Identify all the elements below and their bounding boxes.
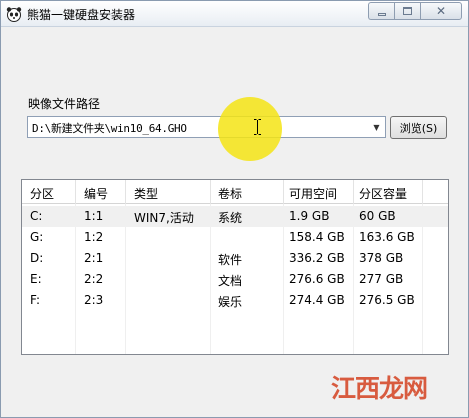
dropdown-arrow-icon[interactable]: ▼ xyxy=(368,117,385,137)
cell-free-space: 276.6 GB xyxy=(289,272,345,286)
cell-partition: D: xyxy=(30,251,44,265)
column-header-capacity[interactable]: 分区容量 xyxy=(359,185,407,202)
browse-button[interactable]: 浏览(S) xyxy=(390,116,447,139)
cell-free-space: 336.2 GB xyxy=(289,251,345,265)
image-path-value[interactable]: D:\新建文件夹\win10_64.GHO xyxy=(32,120,187,136)
column-divider[interactable] xyxy=(75,180,76,204)
close-button[interactable]: ✕ xyxy=(420,2,462,20)
column-divider[interactable] xyxy=(125,180,126,204)
table-row[interactable]: F: 2:3 娱乐 274.4 GB 276.5 GB xyxy=(22,290,448,311)
table-row[interactable]: C: 1:1 WIN7,活动 系统 1.9 GB 60 GB xyxy=(22,206,448,227)
caption-buttons: ✕ xyxy=(368,2,462,20)
cell-label: 系统 xyxy=(218,211,243,225)
cell-label: 娱乐 xyxy=(218,295,243,309)
image-path-combobox[interactable]: D:\新建文件夹\win10_64.GHO ▼ xyxy=(27,116,386,138)
table-row[interactable]: G: 1:2 158.4 GB 163.6 GB xyxy=(22,227,448,248)
column-header-label[interactable]: 卷标 xyxy=(218,185,242,202)
cell-free-space: 1.9 GB xyxy=(289,209,330,223)
column-header-partition[interactable]: 分区 xyxy=(30,185,54,202)
cell-number: 1:2 xyxy=(84,230,104,244)
installer-window: 熊猫一键硬盘安装器 ✕ 映像文件路径 D:\新建文件夹\win10_64.GHO… xyxy=(0,0,469,418)
cell-capacity: 163.6 GB xyxy=(359,230,415,244)
minimize-icon xyxy=(377,12,386,16)
watermark-logo: 江西龙网 xyxy=(331,374,428,403)
cell-label: 软件 xyxy=(218,253,243,267)
window-title: 熊猫一键硬盘安装器 xyxy=(27,8,136,22)
table-row[interactable]: E: 2:2 文档 276.6 GB 277 GB xyxy=(22,269,448,290)
cell-number: 1:1 xyxy=(84,209,104,223)
cell-number: 2:2 xyxy=(84,272,104,286)
cell-type: WIN7,活动 xyxy=(134,211,194,225)
minimize-button[interactable] xyxy=(368,2,394,20)
cell-partition: F: xyxy=(30,293,41,307)
column-header-number[interactable]: 编号 xyxy=(84,185,108,202)
cell-number: 2:1 xyxy=(84,251,104,265)
column-divider[interactable] xyxy=(283,180,284,204)
title-bar[interactable]: 熊猫一键硬盘安装器 ✕ xyxy=(1,1,468,27)
maximize-icon xyxy=(403,7,412,15)
column-divider[interactable] xyxy=(353,180,354,204)
maximize-button[interactable] xyxy=(394,2,420,20)
column-divider[interactable] xyxy=(422,180,423,204)
cell-label: 文档 xyxy=(218,274,243,288)
table-header: 分区 编号 类型 卷标 可用空间 分区容量 xyxy=(22,180,448,204)
column-header-free-space[interactable]: 可用空间 xyxy=(289,185,337,202)
image-path-label: 映像文件路径 xyxy=(28,97,101,111)
partition-table[interactable]: 分区 编号 类型 卷标 可用空间 分区容量 C: 1:1 WIN7,活动 系统 … xyxy=(21,179,449,355)
cell-capacity: 60 GB xyxy=(359,209,396,223)
close-icon: ✕ xyxy=(435,4,447,18)
cell-capacity: 276.5 GB xyxy=(359,293,415,307)
cursor-highlight xyxy=(218,97,282,161)
table-row[interactable]: D: 2:1 软件 336.2 GB 378 GB xyxy=(22,248,448,269)
cell-capacity: 378 GB xyxy=(359,251,404,265)
text-cursor-icon xyxy=(254,119,261,135)
cell-capacity: 277 GB xyxy=(359,272,404,286)
cell-number: 2:3 xyxy=(84,293,104,307)
cell-partition: G: xyxy=(30,230,44,244)
panda-icon xyxy=(6,7,22,22)
cell-free-space: 158.4 GB xyxy=(289,230,345,244)
cell-partition: E: xyxy=(30,272,42,286)
column-header-type[interactable]: 类型 xyxy=(134,185,158,202)
cell-free-space: 274.4 GB xyxy=(289,293,345,307)
column-divider[interactable] xyxy=(210,180,211,204)
cell-partition: C: xyxy=(30,209,43,223)
